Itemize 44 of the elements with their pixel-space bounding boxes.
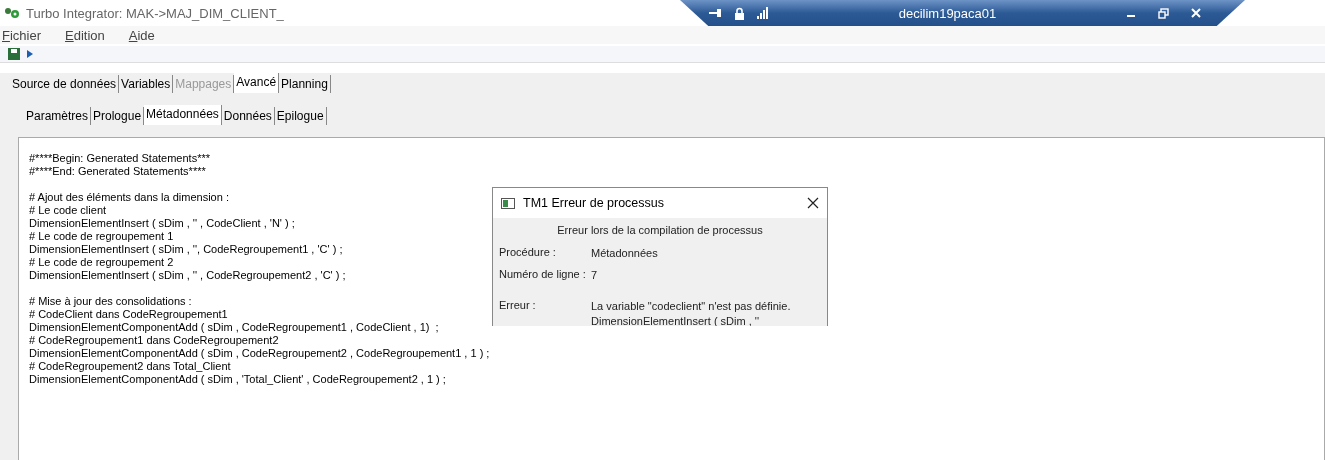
code-line: # Mise à jour des consolidations : [29, 295, 192, 308]
run-icon[interactable] [26, 49, 34, 59]
menu-item[interactable]: Fichier [2, 27, 42, 43]
tab[interactable]: Métadonnées [144, 105, 222, 125]
code-line: DimensionElementComponentAdd ( sDim , CodeRegroupement2 , CodeRegroupement1 , 1 ) ; [29, 347, 490, 360]
host-name: decilim19paca01 [897, 5, 998, 21]
field-label: Numéro de ligne : [499, 268, 587, 282]
tab[interactable]: Paramètres [24, 107, 92, 125]
gears-icon [4, 7, 20, 19]
code-line: # Le code client [29, 204, 107, 217]
menu-item[interactable]: Aide [128, 27, 155, 43]
restore-icon[interactable] [1158, 7, 1169, 19]
dialog-heading: Erreur lors de la compilation de processus [556, 224, 764, 236]
code-editor[interactable] [18, 137, 1325, 460]
code-line: DimensionElementInsert ( sDim , '' , CodeRegroupement2 , 'C' ) ; [29, 269, 346, 282]
window-title: Turbo Integrator: MAK->MAJ_DIM_CLIENT_ [26, 5, 284, 21]
close-icon[interactable] [807, 197, 819, 209]
save-icon[interactable] [8, 48, 20, 60]
code-line: # CodeClient dans CodeRegroupement1 [29, 308, 228, 321]
code-line: #****Begin: Generated Statements*** [29, 152, 210, 165]
code-line: DimensionElementInsert ( sDim , '' , CodeClient , 'N' ) ; [29, 217, 295, 230]
code-line: # Ajout des éléments dans la dimension : [29, 191, 229, 204]
code-line: DimensionElementInsert ( sDim , '', CodeRegroupement1 , 'C' ) ; [29, 243, 343, 256]
tab[interactable]: Avancé [234, 73, 280, 93]
tab[interactable]: Données [221, 107, 275, 125]
menu-item[interactable]: Edition [65, 27, 105, 43]
code-line: # CodeRegroupement1 dans CodeRegroupement2 [29, 334, 279, 347]
dialog-title: TM1 Erreur de processus [523, 196, 666, 210]
field-value: Métadonnées [591, 246, 658, 261]
tab[interactable]: Epilogue [274, 107, 327, 125]
code-line: # Le code de regroupement 2 [29, 256, 174, 269]
field-value: 7 [591, 268, 598, 283]
field-label: Erreur : [499, 299, 537, 313]
field-value: La variable "codeclient" n'est pas définie. [591, 299, 791, 314]
signal-icon[interactable] [757, 7, 769, 19]
code-line: #****End: Generated Statements**** [29, 165, 206, 178]
field-label: Procédure : [499, 246, 557, 260]
lock-icon[interactable] [734, 6, 745, 20]
code-line: # Le code de regroupement 1 [29, 230, 174, 243]
pin-icon[interactable] [708, 7, 722, 19]
window-icon [501, 197, 515, 209]
code-line: DimensionElementComponentAdd ( sDim , CodeRegroupement1 , CodeClient , 1) ; [29, 321, 439, 334]
code-line: DimensionElementComponentAdd ( sDim , 'Total_Client' , CodeRegroupement2 , 1 ) ; [29, 373, 446, 386]
code-line: # CodeRegroupement2 dans Total_Client [29, 360, 231, 373]
